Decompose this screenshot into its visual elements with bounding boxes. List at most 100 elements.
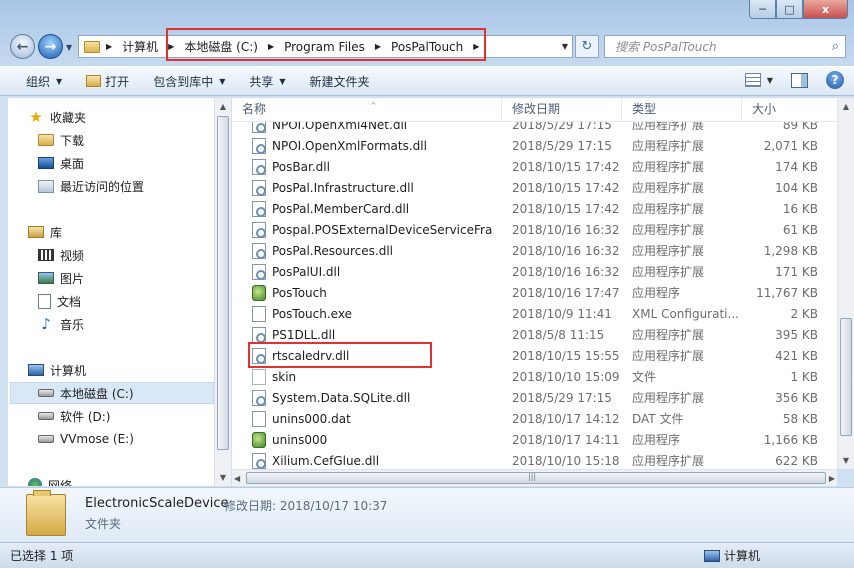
table-row[interactable]: unins000 2018/10/17 14:11 应用程序 1,166 KB (232, 429, 837, 450)
drive-icon (38, 412, 54, 420)
file-name-cell: PS1DLL.dll (252, 326, 492, 343)
back-button[interactable]: ← (10, 34, 35, 59)
file-name-cell: PosPal.Resources.dll (252, 242, 492, 259)
organize-label: 组织 (26, 74, 51, 89)
sidebar-item-computer[interactable]: 计算机 (28, 359, 230, 381)
star-icon: ★ (29, 108, 43, 126)
sidebar-label: 视频 (60, 248, 85, 263)
sidebar-item-music[interactable]: ♪ 音乐 (38, 313, 230, 335)
table-row[interactable]: PosBar.dll 2018/10/15 17:42 应用程序扩展 174 KB (232, 156, 837, 177)
refresh-button[interactable]: ↻ (575, 35, 599, 58)
sidebar-item-desktop[interactable]: 桌面 (38, 152, 230, 174)
table-row[interactable]: PosPalUI.dll 2018/10/16 16:32 应用程序扩展 171 KB (232, 261, 837, 282)
file-size-cell: 622 KB (775, 453, 818, 468)
file-modified-cell: 2018/10/15 15:55 (512, 348, 620, 363)
sidebar-item-favorites[interactable]: ★ 收藏夹 (28, 106, 230, 128)
search-icon[interactable]: ⌕ (832, 39, 839, 54)
exe-file-icon (252, 284, 266, 301)
close-button[interactable]: x (803, 0, 848, 19)
xml-file-icon (252, 305, 266, 322)
column-size[interactable]: 大小 (742, 98, 837, 122)
file-size-cell: 171 KB (775, 264, 818, 279)
help-icon[interactable]: ? (826, 71, 844, 89)
table-row[interactable]: Xilium.CefGlue.dll 2018/10/10 15:18 应用程序扩展… (232, 450, 837, 469)
table-row[interactable]: PosPal.Infrastructure.dll 2018/10/15 17:4… (232, 177, 837, 198)
address-history-chevron-icon[interactable]: ▼ (562, 42, 568, 51)
table-row[interactable]: unins000.dat 2018/10/17 14:12 DAT 文件 58 KB (232, 408, 837, 429)
navigation-pane-scrollbar[interactable]: ▲ ▼ (214, 98, 231, 486)
scroll-up-icon[interactable]: ▲ (215, 98, 231, 115)
chevron-right-icon[interactable]: ▶ (100, 42, 118, 51)
search-input[interactable]: 搜索 PosPalTouch ⌕ (604, 35, 846, 58)
table-row[interactable]: NPOI.OpenXml4Net.dll 2018/5/29 17:15 应用程序扩… (232, 122, 837, 135)
scroll-up-icon[interactable]: ▲ (838, 98, 854, 115)
file-name: Pospal.POSExternalDeviceServiceFra... (272, 222, 492, 237)
file-list-scrollbar[interactable]: ▲ ▼ (837, 98, 854, 469)
folder-icon (84, 40, 100, 53)
open-button[interactable]: 打开 (74, 67, 141, 95)
scrollbar-thumb[interactable] (840, 318, 852, 436)
sidebar-item-network[interactable]: 网络 (28, 474, 230, 486)
close-icon: x (821, 2, 830, 16)
scroll-down-icon[interactable]: ▼ (838, 452, 854, 469)
file-size-cell: 356 KB (775, 390, 818, 405)
minimize-button[interactable]: ─ (749, 0, 776, 19)
table-row[interactable]: PosTouch 2018/10/16 17:47 应用程序 11,767 KB (232, 282, 837, 303)
file-modified-cell: 2018/10/10 15:09 (512, 369, 620, 384)
sidebar-item-recent[interactable]: 最近访问的位置 (38, 175, 230, 197)
column-name[interactable]: ^ 名称 (232, 98, 502, 122)
table-row[interactable]: System.Data.SQLite.dll 2018/5/29 17:15 应用程… (232, 387, 837, 408)
file-modified-cell: 2018/10/15 17:42 (512, 201, 620, 216)
network-icon (28, 478, 42, 486)
file-name-cell: PosTouch.exe (252, 305, 492, 322)
table-row[interactable]: PosTouch.exe 2018/10/9 11:41 XML Configura… (232, 303, 837, 324)
sidebar-item-pictures[interactable]: 图片 (38, 267, 230, 289)
sidebar-item-videos[interactable]: 视频 (38, 244, 230, 266)
sidebar-item-drive-e[interactable]: VVmose (E:) (38, 428, 230, 450)
table-row[interactable]: PosPal.Resources.dll 2018/10/16 16:32 应用程序… (232, 240, 837, 261)
recent-pages-chevron-icon[interactable]: ▼ (66, 43, 72, 52)
column-modified[interactable]: 修改日期 (502, 98, 622, 122)
documents-icon (38, 293, 51, 309)
file-type-cell: 文件 (632, 370, 657, 384)
sidebar-item-drive-d[interactable]: 软件 (D:) (38, 405, 230, 427)
dll-file-icon (252, 326, 266, 343)
scroll-left-icon[interactable]: ◀ (234, 470, 240, 487)
preview-pane-icon[interactable] (791, 72, 808, 88)
sidebar-item-downloads[interactable]: 下载 (38, 129, 230, 151)
organize-menu[interactable]: 组织 ▼ (0, 67, 74, 95)
breadcrumb-computer[interactable]: 计算机 (118, 36, 162, 57)
view-options-icon[interactable] (744, 73, 761, 87)
file-modified-cell: 2018/10/15 17:42 (512, 180, 620, 195)
sidebar-item-drive-c[interactable]: 本地磁盘 (C:) (10, 382, 214, 404)
selection-count: 已选择 1 项 (10, 549, 74, 563)
scroll-right-icon[interactable]: ▶ (829, 470, 835, 487)
chevron-down-icon[interactable]: ▼ (767, 76, 773, 85)
sidebar-item-libraries[interactable]: 库 (28, 221, 230, 243)
file-type-cell: 应用程序 (632, 433, 681, 447)
maximize-button[interactable]: □ (776, 0, 803, 19)
refresh-icon: ↻ (581, 39, 593, 54)
file-name-cell: unins000 (252, 431, 492, 448)
downloads-folder-icon (38, 134, 54, 146)
file-name: unins000.dat (272, 411, 351, 426)
file-name-cell: System.Data.SQLite.dll (252, 389, 492, 406)
include-library-label: 包含到库中 (153, 74, 214, 89)
minimize-icon: ─ (759, 2, 766, 16)
file-type-cell: 应用程序 (632, 286, 681, 300)
file-list-horizontal-scrollbar[interactable]: ◀ ||| ▶ (232, 469, 837, 486)
scroll-down-icon[interactable]: ▼ (215, 469, 231, 486)
table-row[interactable]: Pospal.POSExternalDeviceServiceFra... 201… (232, 219, 837, 240)
table-row[interactable]: PosPal.MemberCard.dll 2018/10/15 17:42 应用程… (232, 198, 837, 219)
scrollbar-thumb[interactable] (217, 116, 229, 450)
include-in-library-menu[interactable]: 包含到库中 ▼ (141, 67, 237, 95)
forward-button[interactable]: → (38, 34, 63, 59)
column-type[interactable]: 类型 (622, 98, 742, 122)
table-row[interactable]: skin 2018/10/10 15:09 文件 1 KB (232, 366, 837, 387)
sidebar-item-documents[interactable]: 文档 (38, 290, 230, 312)
libraries-icon (28, 226, 44, 238)
file-name: System.Data.SQLite.dll (272, 390, 411, 405)
table-row[interactable]: NPOI.OpenXmlFormats.dll 2018/5/29 17:15 应用… (232, 135, 837, 156)
share-menu[interactable]: 共享 ▼ (237, 67, 297, 95)
new-folder-button[interactable]: 新建文件夹 (298, 67, 382, 95)
